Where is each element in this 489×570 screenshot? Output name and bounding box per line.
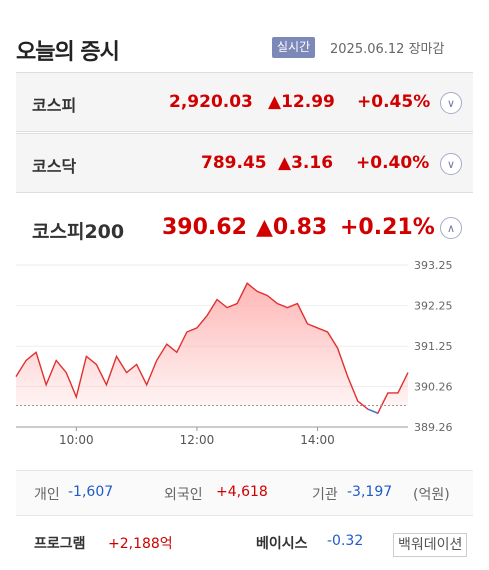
program-label: 프로그램: [34, 536, 86, 552]
index-percent: +0.45%: [357, 92, 431, 112]
area-fill: [16, 283, 408, 406]
program-value: +2,188억: [108, 536, 173, 552]
index-change: ▲3.16: [278, 153, 334, 173]
index-row-kosdaq[interactable]: 코스닥 789.45 ▲3.16 +0.40% ∨: [16, 133, 473, 193]
y-tick-label: 392.25: [414, 300, 453, 313]
chevron-down-icon[interactable]: ∨: [440, 153, 462, 175]
price-line-down: [367, 408, 379, 414]
index-name: 코스닥: [32, 157, 77, 176]
index-change: ▲0.83: [256, 215, 328, 240]
index-change: ▲12.99: [268, 92, 335, 112]
x-tick-label: 10:00: [59, 433, 94, 447]
y-tick-label: 391.25: [414, 340, 453, 353]
institution-label: 기관: [312, 487, 338, 503]
program-row: 프로그램 +2,188억 베이시스 -0.32 백워데이션: [16, 528, 473, 558]
stock-widget: 오늘의 증시 실시간 2025.06.12 장마감 코스피 2,920.03 ▲…: [0, 0, 489, 570]
index-name: 코스피: [32, 96, 77, 115]
index-name: 코스피200: [32, 221, 125, 243]
index-value: 2,920.03: [169, 92, 253, 112]
widget-header: 오늘의 증시 실시간 2025.06.12 장마감: [0, 0, 489, 72]
institution-value: -3,197: [347, 484, 393, 500]
basis-label: 베이시스: [256, 536, 308, 552]
index-value: 789.45: [201, 153, 267, 173]
y-tick-label: 393.25: [414, 259, 453, 272]
widget-title: 오늘의 증시: [16, 40, 120, 65]
chevron-down-icon[interactable]: ∨: [440, 92, 462, 114]
intraday-chart: 393.25 392.25 391.25 390.26 389.26 10:00 12:00…: [0, 250, 489, 460]
investor-flow: 개인 -1,607 외국인 +4,618 기관 -3,197 (억원): [16, 470, 473, 516]
individual-value: -1,607: [68, 484, 114, 500]
x-tick-label: 12:00: [180, 433, 215, 447]
y-tick-label: 389.26: [414, 421, 453, 434]
y-tick-label: 390.26: [414, 380, 453, 393]
index-row-kospi[interactable]: 코스피 2,920.03 ▲12.99 +0.45% ∨: [16, 72, 473, 132]
individual-label: 개인: [34, 487, 60, 503]
index-value: 390.62: [162, 215, 247, 240]
realtime-badge[interactable]: 실시간: [272, 37, 316, 58]
unit-label: (억원): [413, 487, 450, 503]
foreign-label: 외국인: [164, 487, 203, 503]
basis-value: -0.32: [327, 533, 364, 549]
chart-svg: 393.25 392.25 391.25 390.26 389.26 10:00 12:00…: [15, 259, 453, 447]
chevron-up-icon[interactable]: ∧: [440, 217, 462, 239]
index-percent: +0.40%: [356, 153, 430, 173]
backwardation-badge: 백워데이션: [393, 533, 468, 557]
market-date: 2025.06.12 장마감: [330, 42, 445, 57]
foreign-value: +4,618: [216, 484, 268, 500]
x-tick-label: 14:00: [300, 433, 335, 447]
index-percent: +0.21%: [340, 215, 435, 240]
